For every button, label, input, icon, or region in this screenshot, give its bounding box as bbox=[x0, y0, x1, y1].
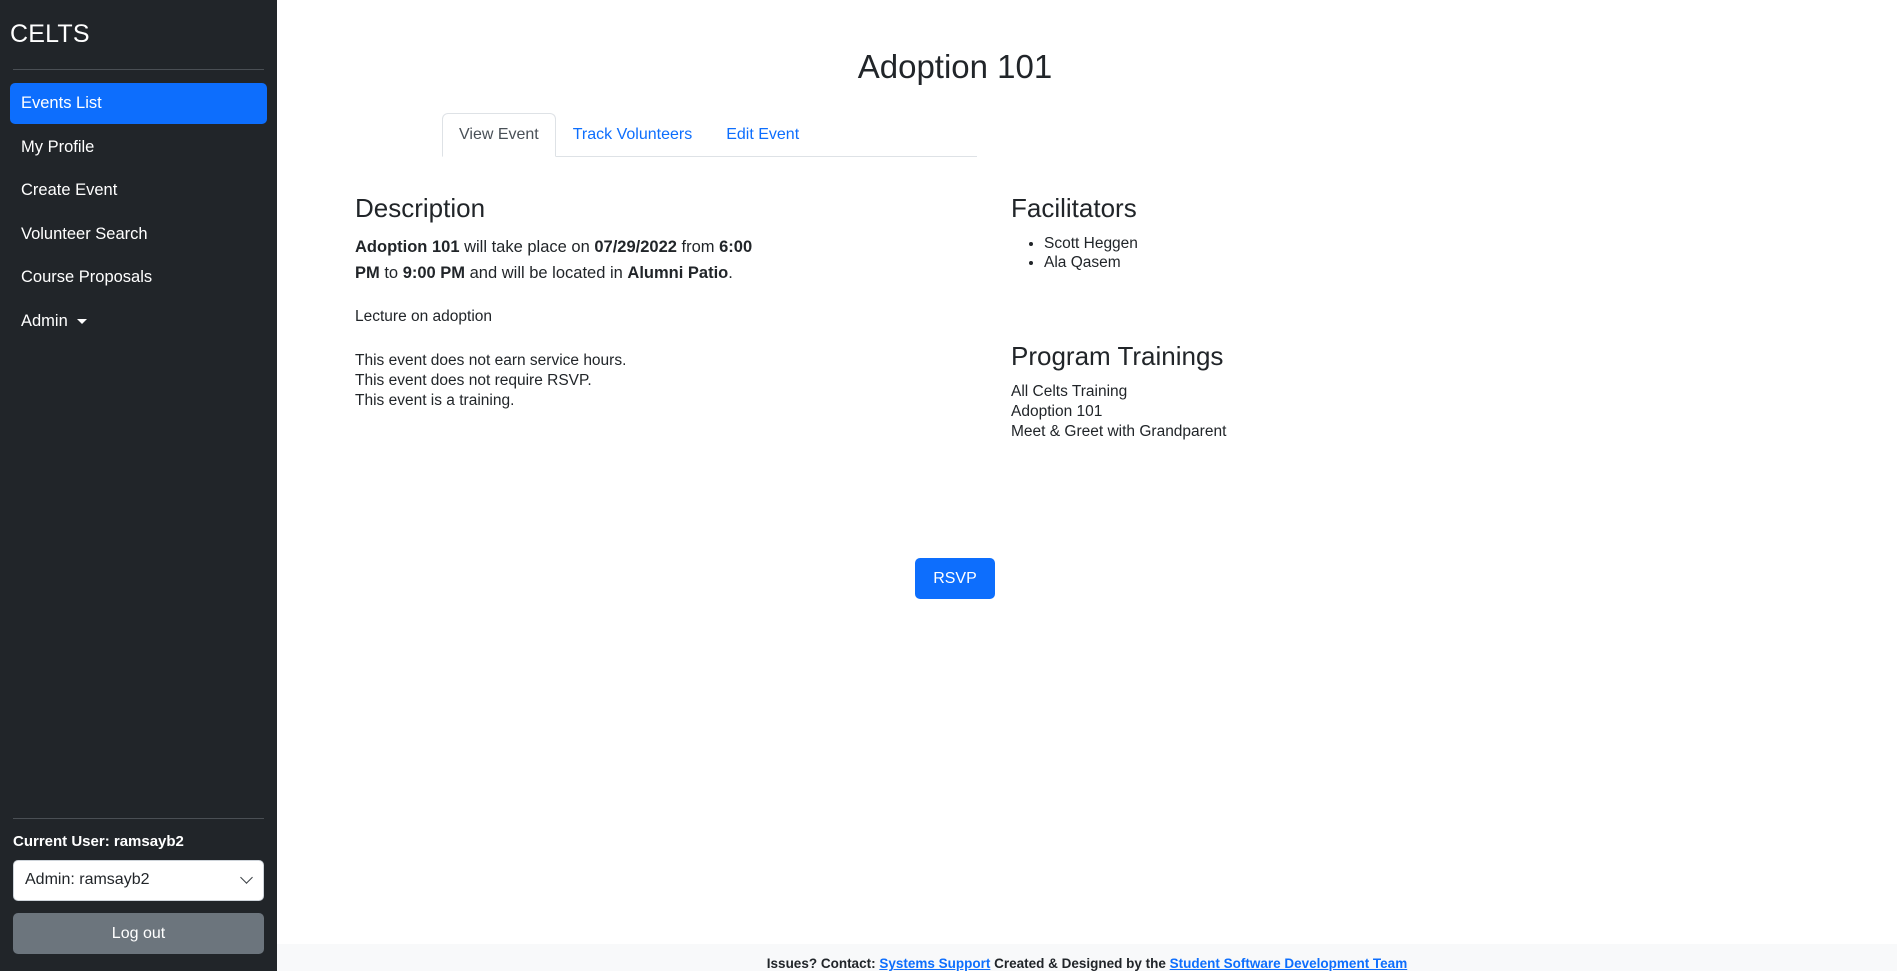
sidebar-nav: Events List My Profile Create Event Volu… bbox=[0, 70, 277, 344]
event-date-value: 07/29/2022 bbox=[594, 237, 677, 256]
summary-text-2: from bbox=[676, 237, 720, 256]
description-column: Description Adoption 101 will take place… bbox=[277, 192, 955, 442]
summary-text-5: . bbox=[728, 264, 733, 283]
summary-text-3: to bbox=[379, 264, 403, 283]
page-footer: Issues? Contact: Systems Support Created… bbox=[277, 944, 1897, 971]
sidebar-item-events-list[interactable]: Events List bbox=[10, 83, 267, 124]
facilitators-list: Scott Heggen Ala Qasem bbox=[1011, 234, 1618, 274]
training-item: Meet & Greet with Grandparent bbox=[1011, 422, 1227, 440]
event-tabs: View Event Track Volunteers Edit Event bbox=[442, 113, 977, 157]
sidebar: CELTS Events List My Profile Create Even… bbox=[0, 0, 277, 971]
sidebar-nav-list-item: Volunteer Search bbox=[10, 214, 267, 255]
facilitators-column: Facilitators Scott Heggen Ala Qasem Prog… bbox=[955, 192, 1633, 442]
sidebar-nav-list-item: My Profile bbox=[10, 127, 267, 168]
facilitator-item: Ala Qasem bbox=[1044, 253, 1618, 273]
event-flag-service-hours: This event does not earn service hours. bbox=[355, 351, 627, 369]
sidebar-item-admin-label: Admin bbox=[21, 311, 68, 330]
user-select-wrapper: Admin: ramsayb2 bbox=[13, 860, 264, 901]
sidebar-item-admin[interactable]: Admin bbox=[10, 301, 267, 342]
user-role-select[interactable]: Admin: ramsayb2 bbox=[13, 860, 264, 901]
sidebar-nav-list-item: Events List bbox=[10, 83, 267, 124]
sidebar-item-course-proposals[interactable]: Course Proposals bbox=[10, 257, 267, 298]
summary-text-4: and will be located in bbox=[465, 264, 628, 283]
sidebar-bottom-divider bbox=[13, 818, 264, 820]
sidebar-footer: Current User: ramsayb2 Admin: ramsayb2 L… bbox=[0, 818, 277, 971]
footer-middle: Created & Designed by the bbox=[990, 956, 1170, 971]
tab-view-event[interactable]: View Event bbox=[442, 113, 556, 157]
app-root: CELTS Events List My Profile Create Even… bbox=[0, 0, 1897, 971]
event-flag-training: This event is a training. bbox=[355, 391, 515, 409]
program-trainings-list: All Celts Training Adoption 101 Meet & G… bbox=[1011, 382, 1618, 442]
rsvp-button-container: RSVP bbox=[277, 558, 1633, 600]
footer-prefix: Issues? Contact: bbox=[766, 956, 880, 971]
app-brand-title: CELTS bbox=[10, 20, 90, 48]
event-description-note: Lecture on adoption bbox=[355, 307, 493, 325]
training-item: All Celts Training bbox=[1011, 382, 1128, 400]
sidebar-nav-list-item: Course Proposals bbox=[10, 257, 267, 298]
sidebar-item-my-profile[interactable]: My Profile bbox=[10, 127, 267, 168]
rsvp-button[interactable]: RSVP bbox=[915, 558, 995, 600]
systems-support-link[interactable]: Systems Support bbox=[879, 956, 990, 971]
facilitator-item: Scott Heggen bbox=[1044, 234, 1618, 254]
current-user-label: Current User: ramsayb2 bbox=[13, 833, 184, 851]
event-flags-list: This event does not earn service hours. … bbox=[355, 351, 940, 411]
event-location-value: Alumni Patio bbox=[627, 264, 729, 283]
chevron-down-icon bbox=[76, 319, 87, 325]
description-heading: Description bbox=[355, 193, 486, 223]
student-software-development-team-link[interactable]: Student Software Development Team bbox=[1170, 956, 1408, 971]
footer-contact-text: Issues? Contact: Systems Support Created… bbox=[767, 956, 1407, 971]
event-end-time-value: 9:00 PM bbox=[402, 264, 466, 283]
page-title: Adoption 101 bbox=[857, 48, 1053, 85]
summary-text-1: will take place on bbox=[459, 237, 595, 256]
event-detail-content: Description Adoption 101 will take place… bbox=[277, 192, 1633, 442]
sidebar-nav-list-item: Admin bbox=[10, 301, 267, 342]
tab-track-volunteers[interactable]: Track Volunteers bbox=[556, 113, 709, 157]
facilitators-heading: Facilitators bbox=[1011, 193, 1137, 223]
event-flag-rsvp: This event does not require RSVP. bbox=[355, 371, 592, 389]
main-content: Adoption 101 View Event Track Volunteers… bbox=[277, 0, 1897, 971]
tab-edit-event[interactable]: Edit Event bbox=[709, 113, 816, 157]
sidebar-item-create-event[interactable]: Create Event bbox=[10, 170, 267, 211]
sidebar-nav-list-item: Create Event bbox=[10, 170, 267, 211]
event-summary-sentence: Adoption 101 will take place on 07/29/20… bbox=[355, 234, 775, 287]
program-trainings-heading: Program Trainings bbox=[1011, 341, 1224, 372]
sidebar-item-volunteer-search[interactable]: Volunteer Search bbox=[10, 214, 267, 255]
logout-button[interactable]: Log out bbox=[13, 912, 264, 954]
training-item: Adoption 101 bbox=[1011, 402, 1103, 420]
event-name-value: Adoption 101 bbox=[355, 237, 460, 256]
